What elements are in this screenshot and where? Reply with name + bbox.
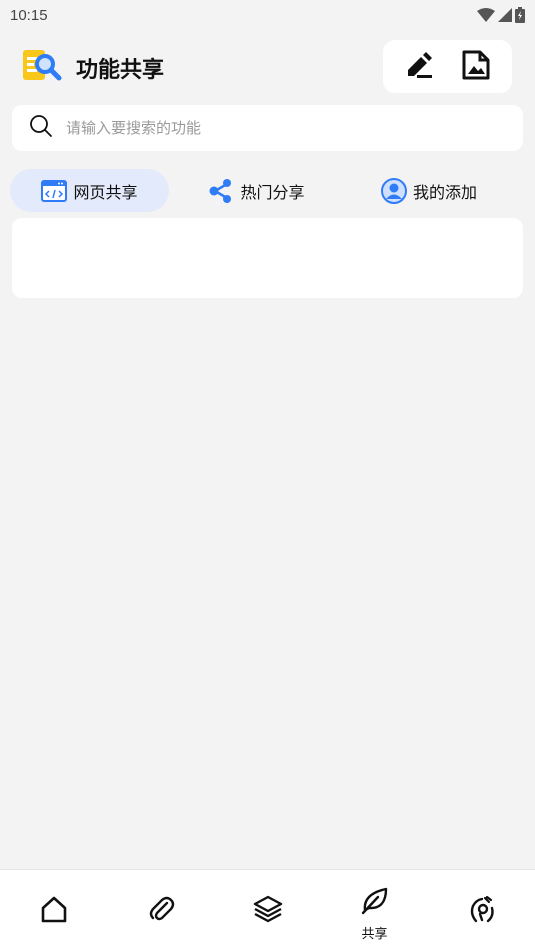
- paperclip-icon: [146, 894, 176, 928]
- nav-home[interactable]: [14, 870, 94, 951]
- tab-webpage-share[interactable]: 网页共享: [10, 169, 169, 212]
- page-title: 功能共享: [76, 58, 165, 83]
- hand-gesture-icon: [467, 894, 497, 928]
- signal-icon: [498, 8, 512, 22]
- nav-attachment[interactable]: [121, 870, 201, 951]
- tab-label: 我的添加: [412, 182, 477, 202]
- user-circle-icon: [380, 177, 407, 204]
- header-actions: [383, 40, 512, 93]
- image-file-button[interactable]: [456, 47, 496, 87]
- category-tabs: 网页共享 热门分享 我的添加: [10, 169, 525, 212]
- tab-label: 热门分享: [240, 182, 305, 202]
- pen-icon: [404, 51, 434, 83]
- status-icons: [477, 7, 525, 23]
- tab-hot-share[interactable]: 热门分享: [169, 169, 344, 212]
- header: 功能共享: [0, 40, 535, 94]
- search-icon: [29, 114, 53, 142]
- wifi-icon: [477, 8, 495, 22]
- nav-layers[interactable]: [228, 870, 308, 951]
- tab-my-added[interactable]: 我的添加: [344, 169, 514, 212]
- search-document-logo-icon: [23, 48, 63, 84]
- leaf-icon: [360, 885, 390, 919]
- webpage-code-icon: [41, 179, 68, 202]
- battery-charging-icon: [515, 7, 525, 23]
- search-input[interactable]: [66, 119, 466, 137]
- tab-label: 网页共享: [73, 182, 138, 202]
- edit-button[interactable]: [399, 47, 439, 87]
- image-file-icon: [462, 50, 490, 84]
- nav-share[interactable]: 共享: [335, 870, 415, 951]
- status-time: 10:15: [10, 6, 48, 24]
- home-icon: [39, 894, 69, 928]
- search-bar: [12, 105, 523, 151]
- status-bar: 10:15: [0, 0, 535, 30]
- bottom-nav: 共享: [0, 869, 535, 951]
- nav-hand[interactable]: [442, 870, 522, 951]
- share-icon: [208, 178, 234, 204]
- content-card: [12, 218, 523, 298]
- nav-label: 共享: [361, 927, 388, 942]
- layers-icon: [253, 894, 283, 928]
